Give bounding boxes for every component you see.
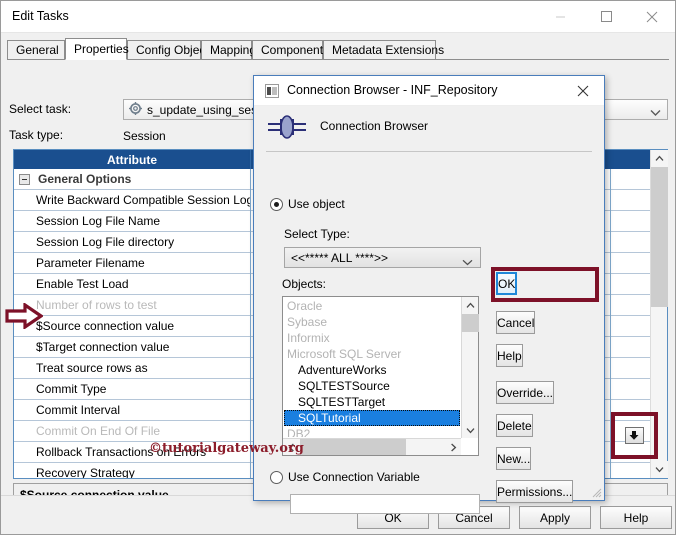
grid-cell-attribute: Recovery Strategy xyxy=(14,463,251,479)
tab-mapping[interactable]: Mapping xyxy=(201,40,252,60)
objects-list-items: OracleSybaseInformixMicrosoft SQL Server… xyxy=(284,298,460,437)
objects-list-item[interactable]: SQLTESTTarget xyxy=(284,394,460,410)
select-type-value: <<***** ALL ****>> xyxy=(291,251,388,265)
tab-general[interactable]: General xyxy=(7,40,65,60)
use-connection-variable-label: Use Connection Variable xyxy=(288,470,420,484)
scroll-up-icon[interactable] xyxy=(651,150,668,167)
dialog-close-icon[interactable] xyxy=(562,76,604,105)
window-title: Edit Tasks xyxy=(12,9,69,23)
grid-cell-attribute: Session Log File Name xyxy=(14,211,251,232)
collapse-icon[interactable] xyxy=(19,174,30,185)
tab-components[interactable]: Components xyxy=(252,40,323,60)
footer-help-button[interactable]: Help xyxy=(600,506,672,529)
dialog-delete-button: Delete xyxy=(496,414,533,437)
connection-browser-dialog: Connection Browser - INF_Repository Conn… xyxy=(253,75,605,501)
objects-label: Objects: xyxy=(282,277,326,291)
use-object-label: Use object xyxy=(288,197,345,211)
grid-cell-attribute: Session Log File directory xyxy=(14,232,251,253)
gear-icon xyxy=(129,102,142,118)
tab-config-object[interactable]: Config Object xyxy=(127,40,201,60)
tab-metadata-extensions[interactable]: Metadata Extensions xyxy=(323,40,436,60)
connection-icon xyxy=(266,114,308,143)
dialog-permissions-button: Permissions... xyxy=(496,480,573,503)
application-icon xyxy=(265,84,279,101)
task-type-label: Task type: xyxy=(9,128,63,142)
tabstrip: General Properties Config Object Mapping… xyxy=(7,38,669,60)
dialog-header-text: Connection Browser xyxy=(320,119,428,133)
objects-list-item[interactable]: AdventureWorks xyxy=(284,362,460,378)
grid-scrollbar-thumb[interactable] xyxy=(651,167,668,307)
chevron-down-icon[interactable] xyxy=(462,255,473,269)
scroll-up-icon[interactable] xyxy=(462,297,479,313)
use-connection-variable-radio[interactable] xyxy=(270,471,283,484)
grid-cell-attribute: $Target connection value xyxy=(14,337,251,358)
objects-vscroll-thumb[interactable] xyxy=(462,314,479,332)
objects-vertical-scrollbar[interactable] xyxy=(461,297,478,438)
grid-cell-attribute: Enable Test Load xyxy=(14,274,251,295)
tab-properties[interactable]: Properties xyxy=(65,38,127,60)
dialog-header-divider xyxy=(266,151,592,152)
grid-cell-attribute: Commit On End Of File xyxy=(14,421,251,442)
select-task-value: s_update_using_sessi xyxy=(147,103,266,117)
grid-cell-attribute: General Options xyxy=(14,169,251,190)
objects-list-item[interactable]: DB2 xyxy=(284,426,460,437)
objects-listbox[interactable]: OracleSybaseInformixMicrosoft SQL Server… xyxy=(282,296,479,456)
footer-apply-button[interactable]: Apply xyxy=(519,506,591,529)
dialog-override-button: Override... xyxy=(496,381,554,404)
dialog-titlebar: Connection Browser - INF_Repository xyxy=(254,76,604,106)
objects-horizontal-scrollbar[interactable] xyxy=(283,438,461,455)
objects-list-item[interactable]: SQLTESTSource xyxy=(284,378,460,394)
dialog-help-button[interactable]: Help xyxy=(496,344,523,367)
value-dropdown-button[interactable] xyxy=(625,427,644,444)
scroll-down-icon[interactable] xyxy=(651,461,668,478)
edit-tasks-window: Edit Tasks General Properties Config Obj… xyxy=(0,0,676,535)
dialog-cancel-button[interactable]: Cancel xyxy=(496,311,535,334)
minimize-icon[interactable] xyxy=(537,1,583,32)
chevron-down-icon[interactable] xyxy=(650,106,661,120)
grid-cell-attribute: Parameter Filename xyxy=(14,253,251,274)
grid-cell-attribute: Treat source rows as xyxy=(14,358,251,379)
objects-list-item[interactable]: Oracle xyxy=(284,298,460,314)
grid-cell-attribute: Number of rows to test xyxy=(14,295,251,316)
grid-cell-attribute: Commit Type xyxy=(14,379,251,400)
objects-list-item[interactable]: Microsoft SQL Server xyxy=(284,346,460,362)
select-type-label: Select Type: xyxy=(284,227,350,241)
select-type-combo[interactable]: <<***** ALL ****>> xyxy=(284,247,481,268)
use-object-radio[interactable] xyxy=(270,198,283,211)
dialog-new-button: New... xyxy=(496,447,531,470)
scroll-down-icon[interactable] xyxy=(462,422,479,438)
dialog-title: Connection Browser - INF_Repository xyxy=(287,83,498,97)
objects-list-item[interactable]: SQLTutorial xyxy=(284,410,460,426)
grid-cell-attribute: $Source connection value xyxy=(14,316,251,337)
resize-grip-icon[interactable] xyxy=(590,486,602,498)
maximize-icon[interactable] xyxy=(583,1,629,32)
select-task-label: Select task: xyxy=(9,102,71,116)
close-icon[interactable] xyxy=(629,1,675,32)
scroll-right-icon[interactable] xyxy=(445,439,461,455)
window-controls xyxy=(537,1,675,32)
grid-cell-attribute: Write Backward Compatible Session Log Fi… xyxy=(14,190,251,211)
dialog-body: Connection Browser Use object Select Typ… xyxy=(254,106,604,500)
grid-header-attribute[interactable]: Attribute xyxy=(14,150,251,169)
grid-cell-attribute: Commit Interval xyxy=(14,400,251,421)
window-titlebar: Edit Tasks xyxy=(1,1,675,33)
connection-variable-input[interactable] xyxy=(290,494,480,514)
annotation-arrow-icon xyxy=(5,303,43,329)
objects-list-item[interactable]: Sybase xyxy=(284,314,460,330)
objects-hscroll-thumb[interactable] xyxy=(300,439,406,455)
ok-button-highlight-box xyxy=(491,267,599,302)
objects-list-item[interactable]: Informix xyxy=(284,330,460,346)
watermark: ©tutorialgateway.org xyxy=(149,441,304,456)
